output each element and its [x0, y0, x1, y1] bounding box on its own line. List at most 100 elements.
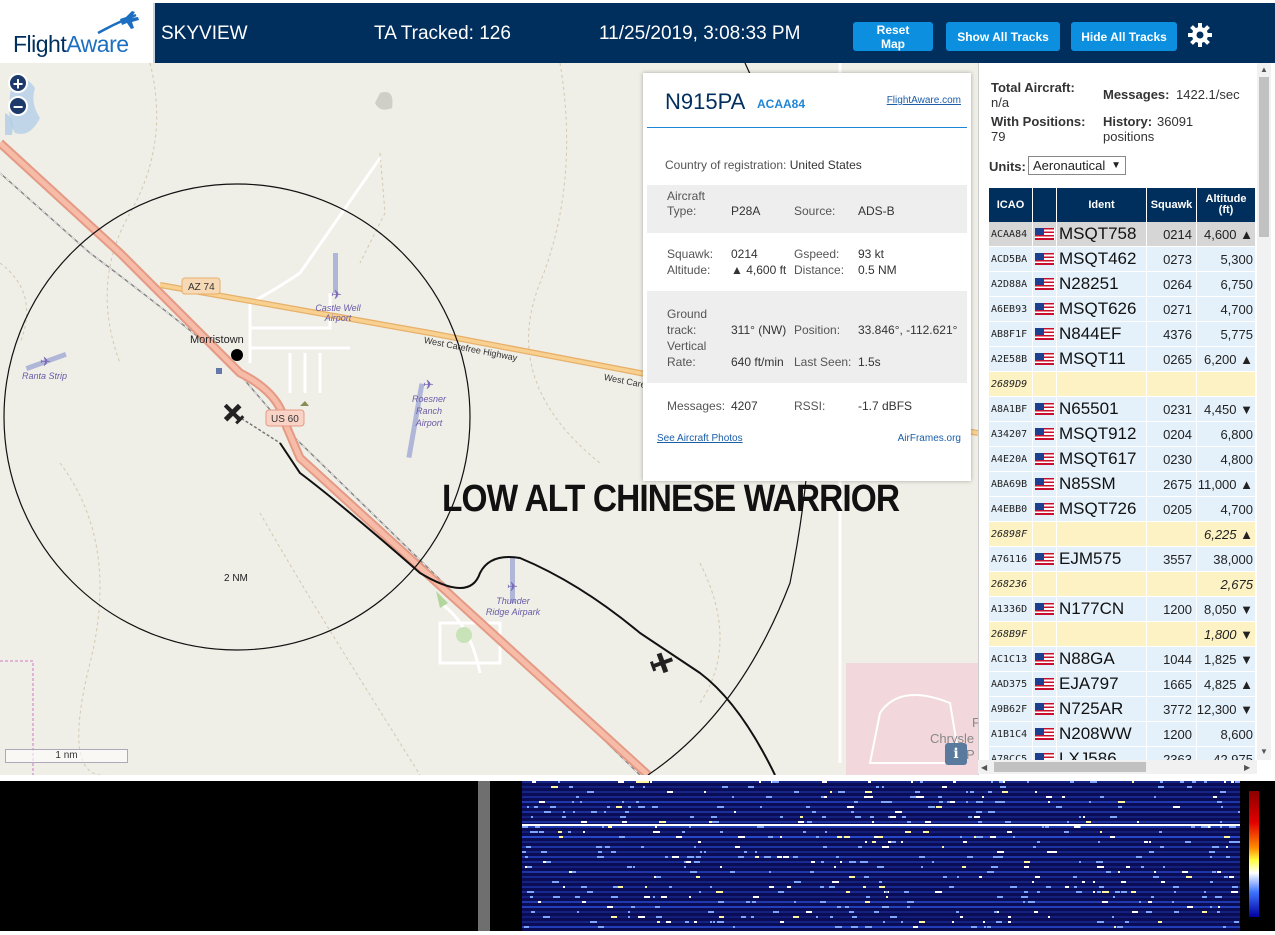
castle-well-line2: Airport: [324, 313, 352, 323]
table-row[interactable]: 268B9F 1,800 ▼: [989, 622, 1256, 647]
table-row[interactable]: ABA69B N85SM 2675 11,000 ▲: [989, 472, 1256, 497]
cell-squawk: 4376: [1147, 322, 1197, 346]
cell-ident: MSQT726: [1057, 497, 1147, 521]
table-row[interactable]: 2689D9: [989, 372, 1256, 397]
scroll-right-icon[interactable]: ▶: [1244, 763, 1250, 772]
svg-text:✈: ✈: [507, 580, 518, 595]
zoom-out-button[interactable]: −: [8, 96, 28, 116]
cell-icao: ABA69B: [989, 472, 1033, 496]
table-row[interactable]: A2D88A N28251 0264 6,750: [989, 272, 1256, 297]
us60-label: US 60: [271, 414, 299, 425]
total-aircraft-label: Total Aircraft:: [991, 80, 1075, 95]
table-row[interactable]: A76116 EJM575 3557 38,000: [989, 547, 1256, 572]
horizontal-scrollbar[interactable]: ◀ ▶: [978, 760, 1257, 774]
table-row[interactable]: ACAA84 MSQT758 0214 4,600 ▲: [989, 222, 1256, 247]
table-row[interactable]: 26898F 6,225 ▲: [989, 522, 1256, 547]
flightaware-logo[interactable]: FlightAware: [0, 3, 155, 63]
cell-altitude: [1197, 372, 1256, 396]
source-label: Source:: [794, 204, 836, 218]
table-row[interactable]: A6EB93 MSQT626 0271 4,700: [989, 297, 1256, 322]
roesner-line1: Roesner: [411, 394, 447, 404]
distance-label: Distance:: [794, 263, 845, 277]
cell-altitude: 8,050 ▼: [1197, 597, 1256, 621]
thunder-line2: Ridge Airpark: [485, 607, 541, 617]
panel-divider[interactable]: [478, 781, 490, 931]
cell-ident: N88GA: [1057, 647, 1147, 671]
cell-altitude: 4,700: [1197, 497, 1256, 521]
scroll-left-icon[interactable]: ◀: [981, 763, 987, 772]
scroll-up-icon[interactable]: ▲: [1260, 65, 1268, 74]
table-row[interactable]: AB8F1F N844EF 4376 5,775: [989, 322, 1256, 347]
us-flag-icon: [1034, 403, 1055, 415]
us-flag-icon: [1034, 728, 1055, 740]
cell-squawk: 0204: [1147, 422, 1197, 446]
table-row[interactable]: A4EBB0 MSQT726 0205 4,700: [989, 497, 1256, 522]
track-value: 311° (NW): [731, 323, 787, 337]
roesner-line2: Ranch: [415, 406, 442, 416]
cell-icao: A4E20A: [989, 447, 1033, 471]
reset-map-button[interactable]: Reset Map: [853, 22, 933, 51]
color-scale-bar: [1249, 791, 1259, 917]
castle-well-line1: Castle Well: [315, 303, 361, 313]
cell-altitude: 12,300 ▼: [1197, 697, 1256, 721]
airframes-link[interactable]: AirFrames.org: [898, 433, 961, 444]
col-icao[interactable]: ICAO: [989, 188, 1033, 222]
col-flag[interactable]: [1033, 188, 1057, 222]
table-row[interactable]: A1B1C4 N208WW 1200 8,600: [989, 722, 1256, 747]
us-flag-icon: [1034, 253, 1055, 265]
vertical-scroll-thumb[interactable]: [1259, 77, 1269, 237]
map-info-button[interactable]: i: [945, 743, 967, 765]
distance-value: 0.5 NM: [858, 263, 897, 277]
cell-icao: A1B1C4: [989, 722, 1033, 746]
horizontal-scroll-thumb[interactable]: [994, 762, 1146, 772]
morristown-label: Morristown: [190, 334, 244, 346]
thunder-line1: Thunder: [496, 596, 530, 606]
with-positions-label: With Positions:: [991, 114, 1086, 129]
cell-ident: [1057, 522, 1147, 546]
col-squawk[interactable]: Squawk: [1147, 188, 1197, 222]
squawk-value: 0214: [731, 247, 758, 261]
table-row[interactable]: AC1C13 N88GA 1044 1,825 ▼: [989, 647, 1256, 672]
cell-squawk: 3772: [1147, 697, 1197, 721]
cell-icao: A34207: [989, 422, 1033, 446]
table-row[interactable]: A9B62F N725AR 3772 12,300 ▼: [989, 697, 1256, 722]
scale-bar: 1 nm: [5, 749, 128, 763]
table-row[interactable]: A2E58B MSQT11 0265 6,200 ▲: [989, 347, 1256, 372]
col-ident[interactable]: Ident: [1057, 188, 1147, 222]
cell-squawk: [1147, 522, 1197, 546]
table-row[interactable]: ACD5BA MSQT462 0273 5,300: [989, 247, 1256, 272]
aircraft-photos-link[interactable]: See Aircraft Photos: [657, 433, 743, 444]
scroll-down-icon[interactable]: ▼: [1260, 747, 1268, 756]
table-row[interactable]: A4E20A MSQT617 0230 4,800: [989, 447, 1256, 472]
cell-flag: [1033, 522, 1057, 546]
cell-icao: 268B9F: [989, 622, 1033, 646]
az74-label: AZ 74: [188, 282, 215, 293]
info-divider: [647, 127, 967, 128]
cell-flag: [1033, 372, 1057, 396]
cell-altitude: 2,675: [1197, 572, 1256, 596]
show-all-tracks-button[interactable]: Show All Tracks: [946, 22, 1060, 51]
us-flag-icon: [1034, 278, 1055, 290]
flightaware-link[interactable]: FlightAware.com: [887, 95, 961, 106]
col-altitude[interactable]: Altitude (ft): [1197, 188, 1256, 222]
table-row[interactable]: A34207 MSQT912 0204 6,800: [989, 422, 1256, 447]
units-select[interactable]: Aeronautical ▼: [1028, 156, 1126, 175]
vertical-scrollbar[interactable]: ▲ ▼: [1257, 63, 1271, 760]
us-flag-icon: [1034, 478, 1055, 490]
cell-icao: A6EB93: [989, 297, 1033, 321]
table-row[interactable]: 268236 2,675: [989, 572, 1256, 597]
range-ring-label: 2 NM: [224, 573, 248, 584]
us-flag-icon: [1034, 328, 1055, 340]
history-value: 36091: [1157, 114, 1194, 129]
cell-squawk: 0264: [1147, 272, 1197, 296]
table-row[interactable]: A8A1BF N65501 0231 4,450 ▼: [989, 397, 1256, 422]
table-row[interactable]: A1336D N177CN 1200 8,050 ▼: [989, 597, 1256, 622]
gear-icon[interactable]: [1186, 21, 1214, 49]
cell-icao: A9B62F: [989, 697, 1033, 721]
altitude-value: ▲ 4,600 ft: [731, 263, 787, 277]
table-row[interactable]: AAD375 EJA797 1665 4,825 ▲: [989, 672, 1256, 697]
hide-all-tracks-button[interactable]: Hide All Tracks: [1071, 22, 1177, 51]
cell-icao: AAD375: [989, 672, 1033, 696]
zoom-in-button[interactable]: +: [8, 73, 28, 93]
with-positions-value: 79: [991, 129, 1006, 144]
